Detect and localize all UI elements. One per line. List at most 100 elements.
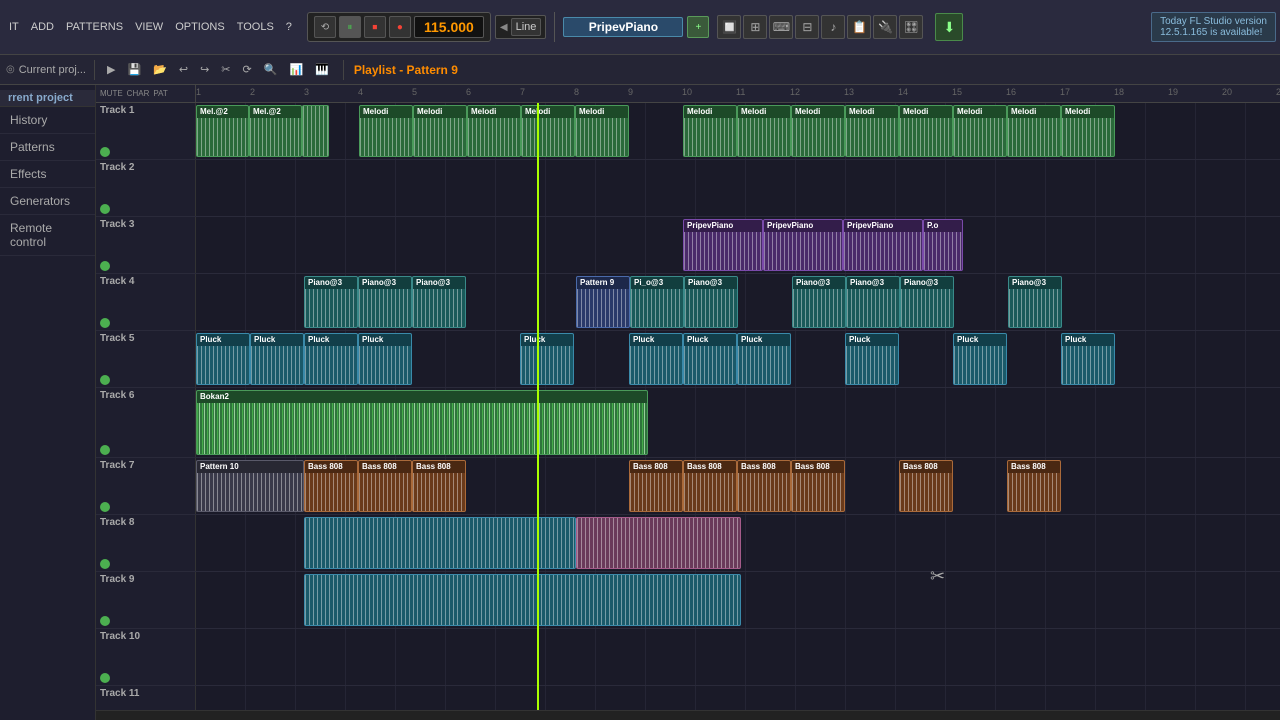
toolbar-save-btn[interactable]: 💾 xyxy=(123,61,145,78)
sidebar-item-remote[interactable]: Remote control xyxy=(0,215,95,256)
clip-1-1[interactable]: Mel.@2 xyxy=(249,105,302,157)
menu-help[interactable]: ? xyxy=(281,19,297,35)
instrument-selector[interactable]: PripevPiano xyxy=(563,17,683,37)
clip-4-7[interactable]: Piano@3 xyxy=(846,276,900,328)
icon-8[interactable]: 🎛 xyxy=(899,15,923,39)
toolbar-cut-btn[interactable]: ✂ xyxy=(217,61,234,78)
icon-6[interactable]: 📋 xyxy=(847,15,871,39)
clip-1-13[interactable]: Melodi xyxy=(953,105,1007,157)
clip-8-0[interactable] xyxy=(304,517,576,569)
track-content-7[interactable]: Pattern 10Bass 808Bass 808Bass 808Bass 8… xyxy=(196,458,1280,514)
clip-5-3[interactable]: Pluck xyxy=(358,333,412,385)
line-selector[interactable]: Line xyxy=(511,18,542,36)
track-mute-dot-9[interactable] xyxy=(100,616,110,626)
clip-1-5[interactable]: Melodi xyxy=(467,105,521,157)
clip-1-10[interactable]: Melodi xyxy=(791,105,845,157)
icon-3[interactable]: ⌨ xyxy=(769,15,793,39)
clip-4-5[interactable]: Piano@3 xyxy=(684,276,738,328)
clip-7-0[interactable]: Pattern 10 xyxy=(196,460,304,512)
clip-7-4[interactable]: Bass 808 xyxy=(629,460,683,512)
track-content-2[interactable] xyxy=(196,160,1280,216)
toolbar-meter-btn[interactable]: 📊 xyxy=(285,61,307,78)
clip-1-6[interactable]: Melodi xyxy=(521,105,575,157)
icon-5[interactable]: ♪ xyxy=(821,15,845,39)
toolbar-piano-btn[interactable]: 🎹 xyxy=(311,61,333,78)
menu-patterns[interactable]: PATTERNS xyxy=(61,19,128,35)
clip-3-2[interactable]: PripevPiano xyxy=(843,219,923,271)
clip-5-9[interactable]: Pluck xyxy=(953,333,1007,385)
track-mute-dot-3[interactable] xyxy=(100,261,110,271)
clip-1-4[interactable]: Melodi xyxy=(413,105,467,157)
horizontal-scrollbar[interactable] xyxy=(96,710,1280,720)
track-content-10[interactable] xyxy=(196,629,1280,685)
clip-5-6[interactable]: Pluck xyxy=(683,333,737,385)
clip-5-2[interactable]: Pluck xyxy=(304,333,358,385)
sidebar-item-effects[interactable]: Effects xyxy=(0,161,95,188)
track-content-3[interactable]: PripevPianoPripevPianoPripevPianoP.o xyxy=(196,217,1280,273)
clip-9-0[interactable] xyxy=(304,574,741,626)
track-mute-dot-4[interactable] xyxy=(100,318,110,328)
clip-5-5[interactable]: Pluck xyxy=(629,333,683,385)
track-content-9[interactable] xyxy=(196,572,1280,628)
icon-7[interactable]: 🔌 xyxy=(873,15,897,39)
clip-7-5[interactable]: Bass 808 xyxy=(683,460,737,512)
clip-4-0[interactable]: Piano@3 xyxy=(304,276,358,328)
clip-5-0[interactable]: Pluck xyxy=(196,333,250,385)
rewind-button[interactable]: ⟲ xyxy=(314,16,336,38)
track-content-6[interactable]: Bokan2 xyxy=(196,388,1280,457)
clip-8-1[interactable] xyxy=(576,517,741,569)
clip-5-4[interactable]: Pluck xyxy=(520,333,574,385)
clip-1-11[interactable]: Melodi xyxy=(845,105,899,157)
clip-7-7[interactable]: Bass 808 xyxy=(791,460,845,512)
icon-2[interactable]: ⊞ xyxy=(743,15,767,39)
clip-1-2[interactable] xyxy=(302,105,329,157)
clip-3-0[interactable]: PripevPiano xyxy=(683,219,763,271)
icon-4[interactable]: ⊟ xyxy=(795,15,819,39)
sidebar-item-history[interactable]: History xyxy=(0,107,95,134)
download-icon[interactable]: ⬇ xyxy=(935,13,963,41)
menu-tools[interactable]: TOOLS xyxy=(232,19,279,35)
clip-1-9[interactable]: Melodi xyxy=(737,105,791,157)
clip-1-8[interactable]: Melodi xyxy=(683,105,737,157)
track-mute-dot-2[interactable] xyxy=(100,204,110,214)
clip-1-7[interactable]: Melodi xyxy=(575,105,629,157)
bpm-display[interactable]: 115.000 xyxy=(414,16,484,38)
clip-4-2[interactable]: Piano@3 xyxy=(412,276,466,328)
clip-4-6[interactable]: Piano@3 xyxy=(792,276,846,328)
sidebar-item-generators[interactable]: Generators xyxy=(0,188,95,215)
clip-1-12[interactable]: Melodi xyxy=(899,105,953,157)
clip-1-3[interactable]: Melodi xyxy=(359,105,413,157)
clip-4-4[interactable]: Pi_o@3 xyxy=(630,276,684,328)
track-mute-dot-10[interactable] xyxy=(100,673,110,683)
clip-1-15[interactable]: Melodi xyxy=(1061,105,1115,157)
clip-7-9[interactable]: Bass 808 xyxy=(1007,460,1061,512)
clip-6-0[interactable]: Bokan2 xyxy=(196,390,648,455)
clip-4-3[interactable]: Pattern 9 xyxy=(576,276,630,328)
track-mute-dot-6[interactable] xyxy=(100,445,110,455)
track-content-8[interactable] xyxy=(196,515,1280,571)
clip-4-1[interactable]: Piano@3 xyxy=(358,276,412,328)
toolbar-arrow-btn[interactable]: ▶ xyxy=(103,61,119,78)
toolbar-zoom-btn[interactable]: 🔍 xyxy=(260,61,282,78)
track-content-11[interactable] xyxy=(196,686,1280,710)
clip-4-8[interactable]: Piano@3 xyxy=(900,276,954,328)
clip-7-8[interactable]: Bass 808 xyxy=(899,460,953,512)
toolbar-redo-btn[interactable]: ↪ xyxy=(196,61,213,78)
track-mute-dot-7[interactable] xyxy=(100,502,110,512)
stop-button[interactable]: ⏹ xyxy=(364,16,386,38)
track-content-5[interactable]: PluckPluckPluckPluckPluckPluckPluckPluck… xyxy=(196,331,1280,387)
clip-7-6[interactable]: Bass 808 xyxy=(737,460,791,512)
track-mute-dot-1[interactable] xyxy=(100,147,110,157)
clip-5-8[interactable]: Pluck xyxy=(845,333,899,385)
record-button[interactable]: ● xyxy=(389,16,411,38)
track-mute-dot-5[interactable] xyxy=(100,375,110,385)
track-content-4[interactable]: Piano@3Piano@3Piano@3Pattern 9Pi_o@3Pian… xyxy=(196,274,1280,330)
clip-5-7[interactable]: Pluck xyxy=(737,333,791,385)
clip-4-9[interactable]: Piano@3 xyxy=(1008,276,1062,328)
menu-it[interactable]: IT xyxy=(4,19,24,35)
track-mute-dot-8[interactable] xyxy=(100,559,110,569)
sidebar-item-patterns[interactable]: Patterns xyxy=(0,134,95,161)
clip-7-3[interactable]: Bass 808 xyxy=(412,460,466,512)
play-button[interactable]: ⏸ xyxy=(339,16,361,38)
icon-1[interactable]: 🔲 xyxy=(717,15,741,39)
